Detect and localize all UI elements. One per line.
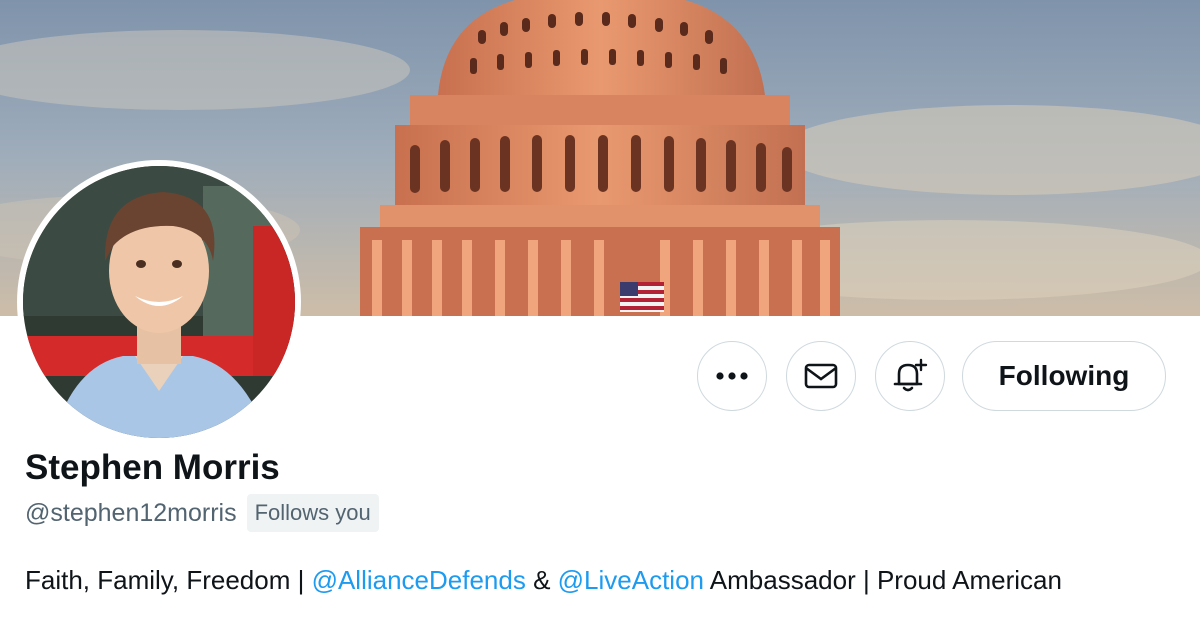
ellipsis-icon <box>716 372 748 380</box>
more-options-button[interactable] <box>697 341 767 411</box>
notifications-button[interactable] <box>875 341 945 411</box>
envelope-icon <box>804 363 838 389</box>
profile-handle: @stephen12morris <box>25 498 237 527</box>
follows-you-badge: Follows you <box>246 494 379 532</box>
handle-row: @stephen12morris Follows you <box>25 494 379 532</box>
message-button[interactable] <box>786 341 856 411</box>
profile-name: Stephen Morris <box>25 448 280 487</box>
mention-link-alliancedefends[interactable]: @AllianceDefends <box>312 565 526 595</box>
avatar-photo <box>23 166 295 438</box>
following-button[interactable]: Following <box>962 341 1166 411</box>
mention-link-liveaction[interactable]: @LiveAction <box>558 565 704 595</box>
profile-bio: Faith, Family, Freedom | @AllianceDefend… <box>25 561 1175 599</box>
bell-plus-icon <box>893 358 928 392</box>
bio-text: & <box>525 565 558 595</box>
profile-avatar[interactable] <box>17 160 301 444</box>
bio-text: Faith, Family, Freedom | <box>25 565 312 595</box>
bio-text: Ambassador | Proud American <box>704 565 1062 595</box>
